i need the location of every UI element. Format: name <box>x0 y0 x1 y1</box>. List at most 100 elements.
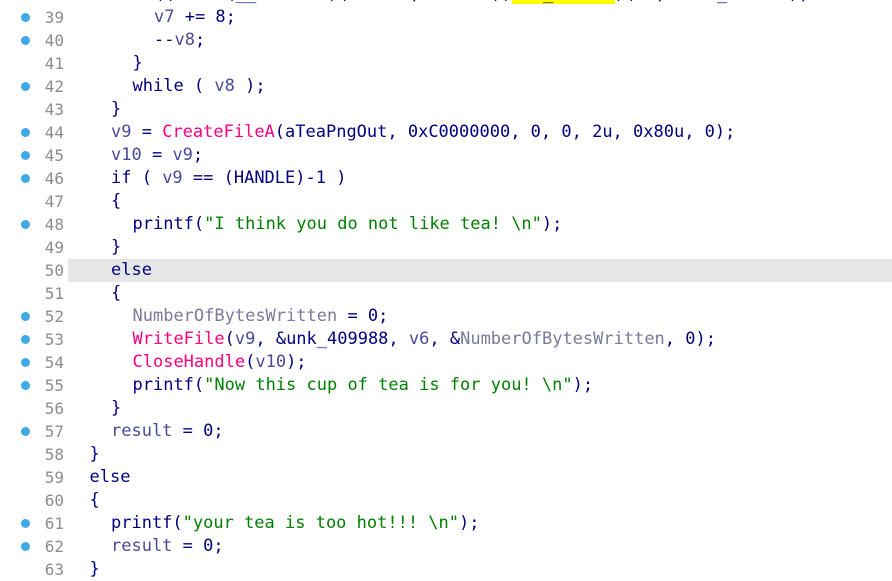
code-line[interactable]: 44 v9 = CreateFileA(aTeaPngOut, 0xC000000… <box>0 121 892 144</box>
line-gutter[interactable]: 55 <box>0 374 68 397</box>
line-number: 51 <box>44 284 64 303</box>
code-token: ); <box>459 513 480 533</box>
breakpoint-dot-icon[interactable] <box>21 151 30 160</box>
code-token: NumberOfBytesWritten <box>460 329 665 349</box>
code-line[interactable]: 39 v7 += 8; <box>0 6 892 29</box>
pseudocode-editor[interactable]: 38((void (__cdecl *)(char *, void *))loc… <box>0 0 892 581</box>
code-token: )(v7, &unk_407030); <box>615 0 809 4</box>
code-token: v8 <box>174 30 195 50</box>
code-line[interactable]: 59 else <box>0 466 892 489</box>
line-gutter[interactable]: 45 <box>0 144 68 167</box>
code-token: , & <box>429 329 461 349</box>
code-token: ); <box>572 375 594 395</box>
code-token: loc_4010A0 <box>512 0 615 4</box>
line-gutter[interactable]: 54 <box>0 351 68 374</box>
line-number: 54 <box>44 353 64 372</box>
line-gutter[interactable]: 44 <box>0 121 68 144</box>
line-number: 57 <box>44 422 64 441</box>
code-token: -- <box>154 30 175 50</box>
breakpoint-dot-icon[interactable] <box>21 36 30 45</box>
code-text: } <box>68 443 100 466</box>
breakpoint-dot-icon[interactable] <box>21 542 30 551</box>
code-line[interactable]: 52 NumberOfBytesWritten = 0; <box>0 305 892 328</box>
code-line[interactable]: 62 result = 0; <box>0 535 892 558</box>
code-line[interactable]: 46 if ( v9 == (HANDLE)-1 ) <box>0 167 892 190</box>
code-token: else <box>111 260 152 280</box>
line-number: 41 <box>44 54 64 73</box>
line-number: 60 <box>44 491 64 510</box>
line-gutter[interactable]: 51 <box>0 282 68 305</box>
breakpoint-dot-icon[interactable] <box>21 82 30 91</box>
line-gutter[interactable]: 57 <box>0 420 68 443</box>
line-number: 47 <box>44 192 64 211</box>
breakpoint-dot-icon[interactable] <box>21 174 30 183</box>
code-token: = 0; <box>337 306 389 326</box>
code-line[interactable]: 60 { <box>0 489 892 512</box>
line-gutter[interactable]: 43 <box>0 98 68 121</box>
breakpoint-dot-icon[interactable] <box>21 519 30 528</box>
line-gutter[interactable]: 61 <box>0 512 68 535</box>
code-line[interactable]: 56} <box>0 397 892 420</box>
code-line[interactable]: 47 { <box>0 190 892 213</box>
code-token: } <box>89 559 100 579</box>
code-line[interactable]: 57 result = 0; <box>0 420 892 443</box>
code-line[interactable]: 40 --v8; <box>0 29 892 52</box>
code-token: ((void (__cdecl *)(char *, void *)) <box>154 0 512 4</box>
line-number: 63 <box>44 560 64 579</box>
code-line[interactable]: 49} <box>0 236 892 259</box>
code-token: ; <box>194 30 206 50</box>
line-gutter[interactable]: 58 <box>0 443 68 466</box>
code-line[interactable]: 41} <box>0 52 892 75</box>
line-gutter[interactable]: 59 <box>0 466 68 489</box>
line-gutter[interactable]: 40 <box>0 29 68 52</box>
breakpoint-dot-icon[interactable] <box>21 220 30 229</box>
code-line[interactable]: 54 CloseHandle(v10); <box>0 351 892 374</box>
line-gutter[interactable]: 48 <box>0 213 68 236</box>
code-line[interactable]: 53 WriteFile(v9, &unk_409988, v6, &Number… <box>0 328 892 351</box>
code-token: v6 <box>408 329 430 349</box>
code-line[interactable]: 43} <box>0 98 892 121</box>
breakpoint-dot-icon[interactable] <box>21 358 30 367</box>
breakpoint-dot-icon[interactable] <box>21 335 30 344</box>
line-gutter[interactable]: 60 <box>0 489 68 512</box>
code-line[interactable]: 45 v10 = v9; <box>0 144 892 167</box>
code-text: CloseHandle(v10); <box>68 351 307 374</box>
code-line[interactable]: 55 printf("Now this cup of tea is for you… <box>0 374 892 397</box>
breakpoint-dot-icon[interactable] <box>21 381 30 390</box>
line-gutter[interactable]: 47 <box>0 190 68 213</box>
code-token: "Now this cup of tea is for you! \n" <box>204 375 573 395</box>
line-gutter[interactable]: 62 <box>0 535 68 558</box>
line-gutter[interactable]: 63 <box>0 558 68 581</box>
code-line[interactable]: 61 printf("your tea is too hot!!! \n"); <box>0 512 892 535</box>
code-line[interactable]: 42 while ( v8 ); <box>0 75 892 98</box>
code-token: = 0; <box>172 536 224 556</box>
code-line[interactable]: 48 printf("I think you do not like tea! \… <box>0 213 892 236</box>
line-number: 45 <box>44 146 64 165</box>
breakpoint-dot-icon[interactable] <box>21 128 30 137</box>
line-gutter[interactable]: 50 <box>0 259 68 282</box>
line-gutter[interactable]: 56 <box>0 397 68 420</box>
code-token: v10 <box>255 352 287 372</box>
code-token: } <box>111 237 122 257</box>
code-token: } <box>111 99 122 119</box>
line-gutter[interactable]: 42 <box>0 75 68 98</box>
breakpoint-dot-icon[interactable] <box>21 13 30 22</box>
code-text: WriteFile(v9, &unk_409988, v6, &NumberOf… <box>68 328 716 351</box>
breakpoint-dot-icon[interactable] <box>21 427 30 436</box>
code-line[interactable]: 63} <box>0 558 892 581</box>
code-token: ); <box>541 214 563 234</box>
line-gutter[interactable]: 39 <box>0 6 68 29</box>
line-gutter[interactable]: 49 <box>0 236 68 259</box>
code-line[interactable]: 51 { <box>0 282 892 305</box>
code-line[interactable]: 50 else <box>0 259 892 282</box>
breakpoint-dot-icon[interactable] <box>21 312 30 321</box>
line-gutter[interactable]: 46 <box>0 167 68 190</box>
line-gutter[interactable]: 53 <box>0 328 68 351</box>
code-text: v9 = CreateFileA(aTeaPngOut, 0xC0000000,… <box>68 121 735 144</box>
line-gutter[interactable]: 41 <box>0 52 68 75</box>
code-line[interactable]: 58} <box>0 443 892 466</box>
code-text: else <box>68 466 131 489</box>
line-gutter[interactable]: 52 <box>0 305 68 328</box>
code-token: == (HANDLE)-1 ) <box>182 168 347 188</box>
code-text: } <box>68 98 121 121</box>
